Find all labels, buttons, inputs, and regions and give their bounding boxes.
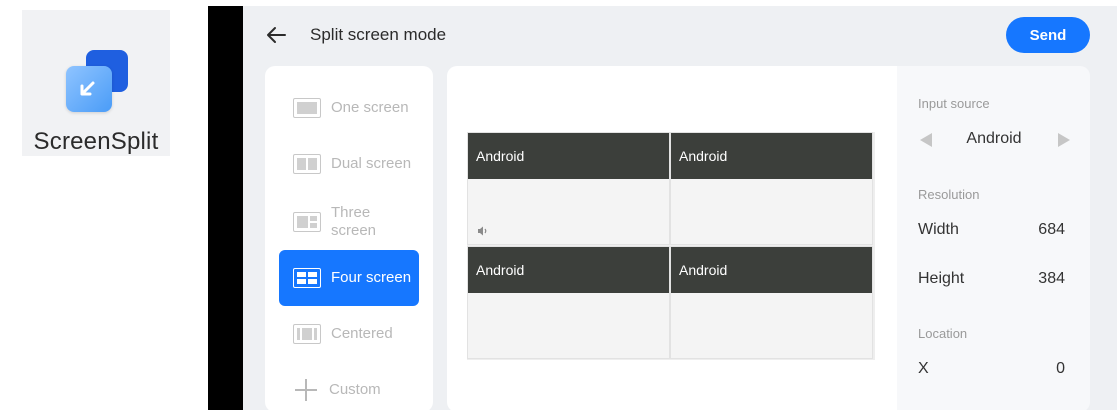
width-row[interactable]: Width 684: [918, 221, 1065, 243]
preview-cell-bottom-left[interactable]: Android: [467, 246, 670, 359]
width-label: Width: [918, 221, 959, 238]
arrow-left-icon[interactable]: [265, 24, 287, 46]
mode-item-three-screen[interactable]: Three screen: [279, 194, 419, 250]
cell-source-label: Android: [468, 133, 669, 179]
settings-panel: Input source Android Resolution Width 68…: [897, 66, 1090, 410]
x-row[interactable]: X 0: [918, 360, 1065, 382]
preview-cell-top-left[interactable]: Android: [467, 132, 670, 245]
header-bar: Split screen mode Send: [243, 6, 1117, 64]
mode-list-panel: One screen Dual screen Three screen Four…: [265, 66, 433, 410]
cell-source-label: Android: [671, 133, 872, 179]
arrow-down-left-icon: [80, 81, 95, 96]
speaker-icon: [478, 226, 487, 236]
preview-canvas: Android Android Android Android: [467, 132, 875, 360]
height-row[interactable]: Height 384: [918, 270, 1065, 292]
mode-item-centered[interactable]: Centered: [279, 306, 419, 362]
input-source-selector: Android: [918, 128, 1070, 152]
height-value[interactable]: 384: [1038, 270, 1065, 288]
x-label: X: [918, 360, 929, 377]
preview-cell-top-right[interactable]: Android: [670, 132, 873, 245]
mode-item-label: Centered: [331, 325, 393, 342]
centered-layout-icon: [293, 324, 321, 344]
mode-item-label: Dual screen: [331, 155, 412, 172]
mode-item-label: Three screen: [331, 204, 377, 239]
app-icon-front-square: [66, 66, 112, 112]
dual-screen-layout-icon: [293, 154, 321, 174]
cell-source-label: Android: [468, 247, 669, 293]
mode-item-four-screen[interactable]: Four screen: [279, 250, 419, 306]
x-value[interactable]: 0: [1056, 360, 1065, 378]
preview-cell-bottom-right[interactable]: Android: [670, 246, 873, 359]
next-source-arrow-icon[interactable]: [1058, 133, 1070, 147]
input-source-value: Android: [966, 130, 1022, 147]
four-screen-layout-icon: [293, 268, 321, 288]
mode-item-label: Four screen: [331, 269, 412, 286]
cell-source-label: Android: [671, 247, 872, 293]
device-bezel: [208, 6, 243, 410]
app-launcher-tile[interactable]: ScreenSplit: [22, 10, 170, 156]
app-name-label: ScreenSplit: [33, 128, 159, 155]
mode-item-dual-screen[interactable]: Dual screen: [279, 136, 419, 192]
input-source-label: Input source: [918, 96, 990, 111]
mode-item-custom[interactable]: Custom: [279, 362, 419, 410]
location-label: Location: [918, 326, 968, 341]
split-screen-app-icon[interactable]: [66, 50, 128, 112]
one-screen-layout-icon: [293, 98, 321, 118]
plus-icon: [295, 379, 317, 401]
mode-item-label: Custom: [329, 381, 381, 398]
width-value[interactable]: 684: [1038, 221, 1065, 239]
send-button[interactable]: Send: [1006, 17, 1090, 53]
device-screen: Split screen mode Send One screen Dual s…: [243, 6, 1117, 410]
mode-item-one-screen[interactable]: One screen: [279, 80, 419, 136]
resolution-label: Resolution: [918, 187, 980, 202]
three-screen-layout-icon: [293, 212, 321, 232]
mode-item-label: One screen: [331, 99, 409, 116]
page-title: Split screen mode: [310, 25, 447, 44]
height-label: Height: [918, 270, 965, 287]
layout-preview-panel: Android Android Android Android: [447, 66, 897, 410]
